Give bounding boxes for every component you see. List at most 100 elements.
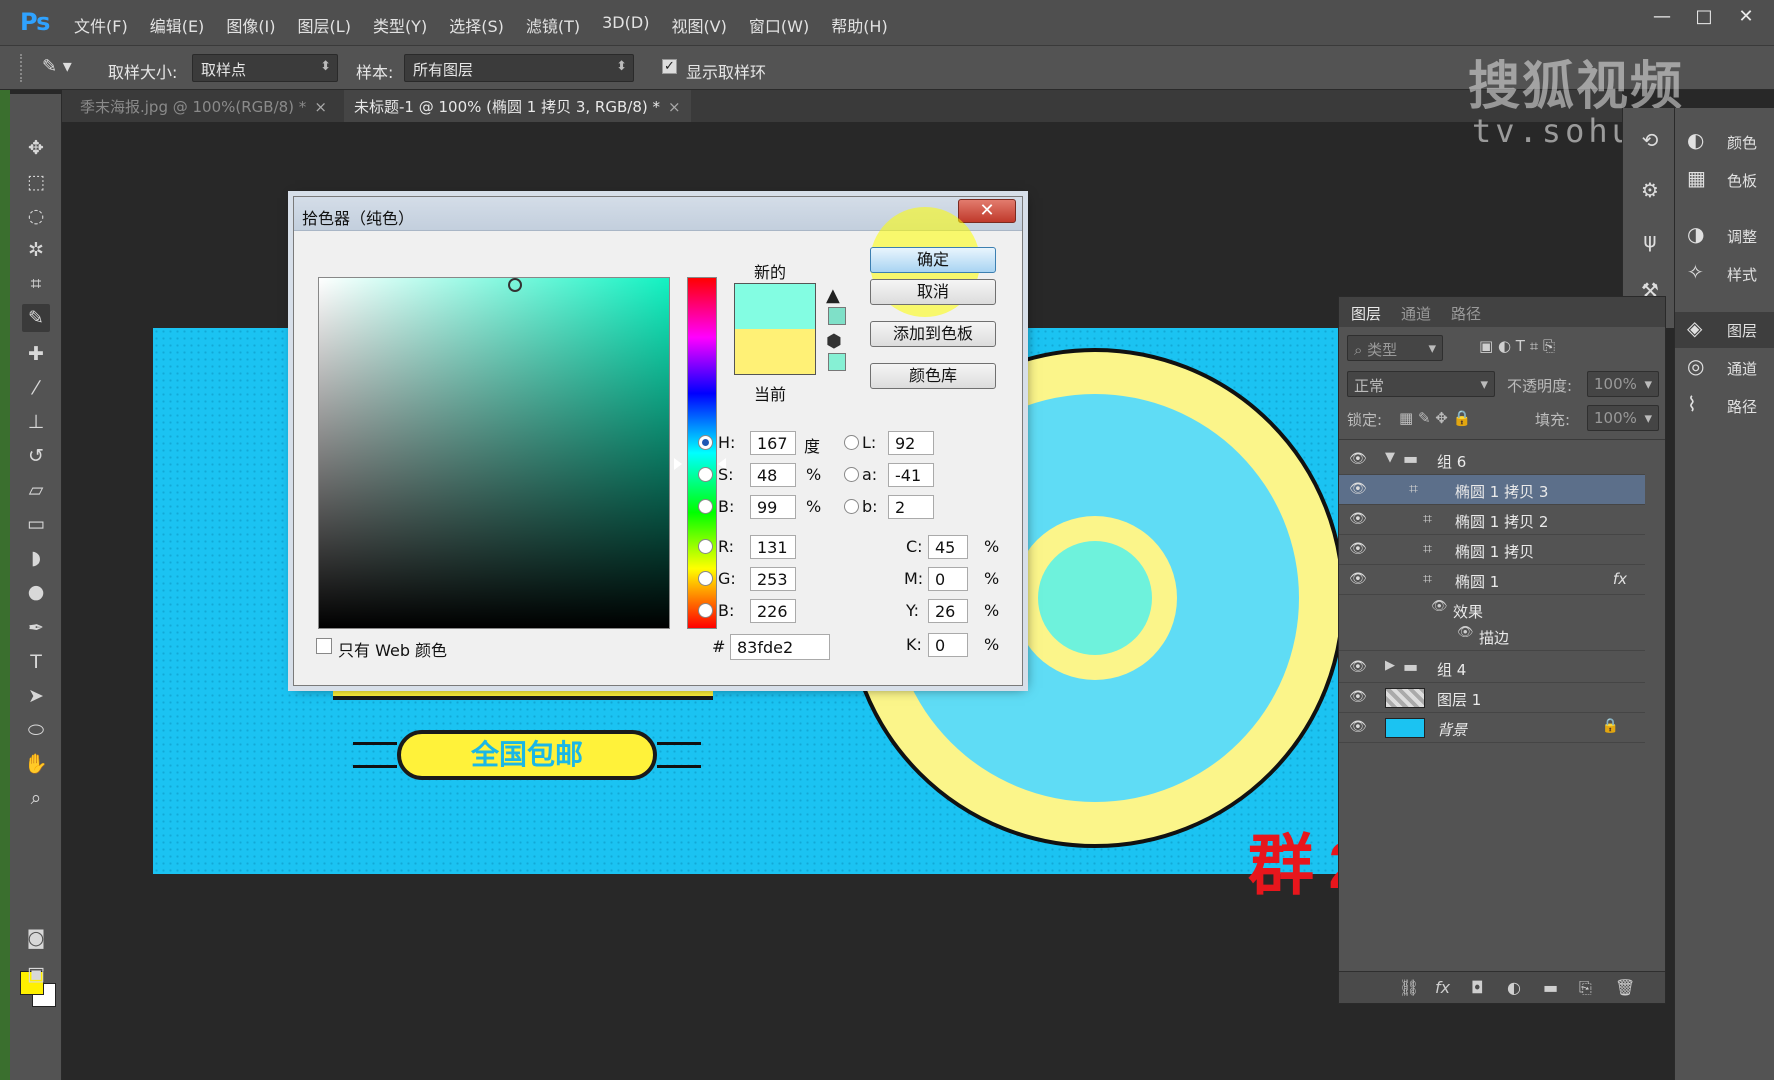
eyedropper-preset-icon[interactable]: ✎ ▾ xyxy=(42,56,82,80)
lab-b-radio[interactable] xyxy=(844,499,859,514)
y-input[interactable]: 26 xyxy=(928,599,968,623)
visibility-eye-icon[interactable]: 👁 xyxy=(1349,719,1367,735)
group-expand-icon[interactable]: ▶ xyxy=(1385,658,1395,673)
r-radio[interactable] xyxy=(698,539,713,554)
menu-filter[interactable]: 滤镜(T) xyxy=(526,13,580,37)
dock-swatches[interactable]: ▦ 色板 xyxy=(1675,162,1774,198)
visibility-eye-icon[interactable]: 👁 xyxy=(1349,541,1367,557)
type-tool-icon[interactable]: T xyxy=(22,648,50,676)
maximize-button[interactable]: □ xyxy=(1686,4,1722,30)
dialog-close-button[interactable]: ✕ xyxy=(958,199,1016,223)
a-radio[interactable] xyxy=(844,467,859,482)
cancel-button[interactable]: 取消 xyxy=(870,279,996,305)
eraser-tool-icon[interactable]: ▱ xyxy=(22,476,50,504)
c-input[interactable]: 45 xyxy=(928,535,968,559)
saturation-brightness-field[interactable] xyxy=(318,277,670,629)
fill-input[interactable]: 100% xyxy=(1587,405,1659,431)
stamp-tool-icon[interactable]: ⊥ xyxy=(22,408,50,436)
tab-paths[interactable]: 路径 xyxy=(1451,303,1481,324)
visibility-eye-icon[interactable]: 👁 xyxy=(1349,571,1367,587)
new-adjustment-icon[interactable]: ◐ xyxy=(1507,978,1521,997)
menu-edit[interactable]: 编辑(E) xyxy=(150,13,205,37)
minimize-button[interactable]: — xyxy=(1644,4,1680,30)
pen-tool-icon[interactable]: ✒ xyxy=(22,614,50,642)
dock-layers[interactable]: ◈ 图层 xyxy=(1675,312,1774,348)
s-radio[interactable] xyxy=(698,467,713,482)
menu-3d[interactable]: 3D(D) xyxy=(602,13,649,37)
web-only-checkbox[interactable] xyxy=(316,638,332,654)
visibility-eye-icon[interactable]: 👁 xyxy=(1349,451,1367,467)
color-cursor[interactable] xyxy=(508,278,522,292)
h-radio[interactable] xyxy=(698,435,713,450)
menu-window[interactable]: 窗口(W) xyxy=(749,13,809,37)
blue-radio[interactable] xyxy=(698,603,713,618)
brush-panel-icon[interactable]: ψ xyxy=(1635,228,1665,258)
move-tool-icon[interactable]: ✥ xyxy=(22,134,50,162)
healing-tool-icon[interactable]: ✚ xyxy=(22,340,50,368)
sample-size-select[interactable]: 取样点 xyxy=(192,54,338,82)
add-mask-icon[interactable]: ◘ xyxy=(1471,978,1484,997)
hand-tool-icon[interactable]: ✋ xyxy=(22,750,50,778)
quick-mask-icon[interactable]: ◙ xyxy=(22,924,50,952)
dodge-tool-icon[interactable]: ● xyxy=(22,578,50,606)
b-input[interactable]: 99 xyxy=(750,495,796,519)
delete-layer-icon[interactable]: 🗑 xyxy=(1615,978,1635,997)
zoom-tool-icon[interactable]: ⌕ xyxy=(22,784,50,812)
l-input[interactable]: 92 xyxy=(888,431,934,455)
dock-paths[interactable]: ⌇ 路径 xyxy=(1675,388,1774,424)
layer-filter-select[interactable]: ⌕ 类型 xyxy=(1347,335,1443,361)
group-expand-icon[interactable]: ▼ xyxy=(1385,450,1395,465)
layer-group-4[interactable]: 👁 ▶ ▬ 组 4 xyxy=(1339,653,1645,683)
link-layers-icon[interactable]: ⛓ xyxy=(1399,978,1419,997)
tab-layers[interactable]: 图层 xyxy=(1351,303,1381,324)
layer-group-6[interactable]: 👁 ▼ ▬ 组 6 xyxy=(1339,445,1645,475)
k-input[interactable]: 0 xyxy=(928,633,968,657)
add-to-swatches-button[interactable]: 添加到色板 xyxy=(870,321,996,347)
eyedropper-tool-icon[interactable]: ✎ xyxy=(22,304,50,332)
layer-background[interactable]: 👁 背景 🔒 xyxy=(1339,713,1645,743)
tab-channels[interactable]: 通道 xyxy=(1401,303,1431,324)
lock-icons[interactable]: ▦ ✎ ✥ 🔒 xyxy=(1399,409,1471,437)
layer-effect-stroke[interactable]: 👁 描边 xyxy=(1339,621,1645,651)
filter-icons[interactable]: ▣ ◐ T ⌗ ⎘ xyxy=(1479,337,1555,355)
effect-eye-icon[interactable]: 👁 xyxy=(1431,599,1448,614)
magic-wand-tool-icon[interactable]: ✲ xyxy=(22,236,50,264)
visibility-eye-icon[interactable]: 👁 xyxy=(1349,689,1367,705)
layer-ellipse-1[interactable]: 👁 ⌗ 椭圆 1 fx xyxy=(1339,565,1645,595)
marquee-tool-icon[interactable]: ⬚ xyxy=(22,168,50,196)
menu-layer[interactable]: 图层(L) xyxy=(298,13,351,37)
hex-input[interactable]: 83fde2 xyxy=(730,634,830,660)
options-grip[interactable] xyxy=(20,54,24,82)
visibility-eye-icon[interactable]: 👁 xyxy=(1349,511,1367,527)
current-color-swatch[interactable] xyxy=(734,329,816,375)
r-input[interactable]: 131 xyxy=(750,535,796,559)
m-input[interactable]: 0 xyxy=(928,567,968,591)
show-ring-checkbox[interactable]: ✓ xyxy=(662,59,677,74)
tab-poster[interactable]: 季末海报.jpg @ 100%(RGB/8) * × xyxy=(70,90,337,122)
history-panel-icon[interactable]: ⟲ xyxy=(1635,128,1665,158)
layer-ellipse-copy-3[interactable]: 👁 ⌗ 椭圆 1 拷贝 3 xyxy=(1339,475,1645,505)
g-input[interactable]: 253 xyxy=(750,567,796,591)
new-layer-icon[interactable]: ⎘ xyxy=(1579,978,1592,998)
opacity-input[interactable]: 100% xyxy=(1587,371,1659,397)
b-radio[interactable] xyxy=(698,499,713,514)
h-input[interactable]: 167 xyxy=(750,431,796,455)
gamut-color-swatch[interactable] xyxy=(828,307,846,325)
blend-mode-select[interactable]: 正常 xyxy=(1347,371,1495,397)
add-style-icon[interactable]: fx xyxy=(1435,978,1450,997)
web-safe-cube-icon[interactable]: ⬢ xyxy=(826,331,842,352)
tab-untitled[interactable]: 未标题-1 @ 100% (椭圆 1 拷贝 3, RGB/8) * × xyxy=(344,90,691,122)
a-input[interactable]: -41 xyxy=(888,463,934,487)
tab-close-icon[interactable]: × xyxy=(668,98,681,116)
properties-panel-icon[interactable]: ⚙ xyxy=(1635,178,1665,208)
menu-select[interactable]: 选择(S) xyxy=(449,13,504,37)
color-libraries-button[interactable]: 颜色库 xyxy=(870,363,996,389)
visibility-eye-icon[interactable]: 👁 xyxy=(1349,659,1367,675)
menu-file[interactable]: 文件(F) xyxy=(74,13,128,37)
blur-tool-icon[interactable]: ◗ xyxy=(22,544,50,572)
menu-image[interactable]: 图像(I) xyxy=(226,13,275,37)
layer-ellipse-copy[interactable]: 👁 ⌗ 椭圆 1 拷贝 xyxy=(1339,535,1645,565)
layer-1[interactable]: 👁 图层 1 xyxy=(1339,683,1645,713)
dock-color[interactable]: ◐ 颜色 xyxy=(1675,124,1774,160)
visibility-eye-icon[interactable]: 👁 xyxy=(1349,481,1367,497)
